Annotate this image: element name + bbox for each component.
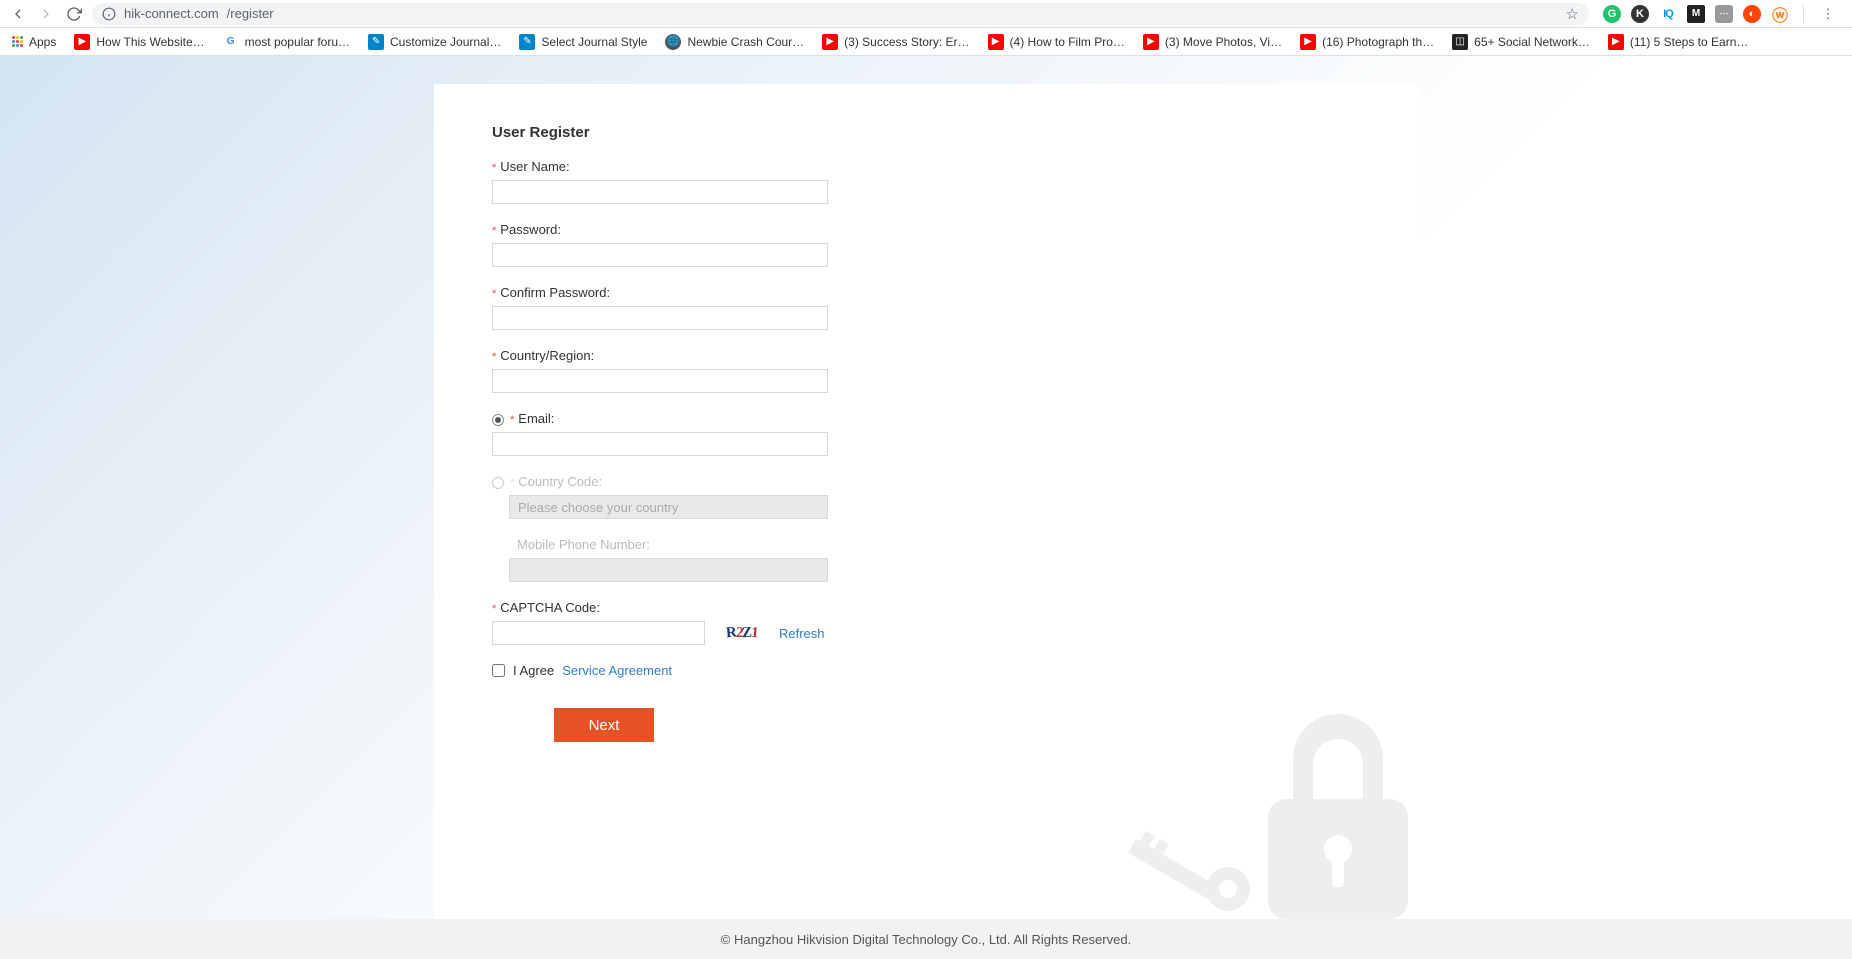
bookmark-label: (3) Success Story: Er… (844, 35, 969, 49)
country-code-label: *Country Code: (492, 474, 602, 489)
username-input[interactable] (492, 180, 828, 204)
password-label: *Password: (492, 222, 561, 237)
bookmark-item[interactable]: ▶ (3) Move Photos, Vi… (1143, 34, 1282, 50)
country-region-input[interactable] (492, 369, 828, 393)
extension-w-icon[interactable]: ⓦ (1771, 5, 1789, 23)
extension-m-icon[interactable]: M (1687, 5, 1705, 23)
youtube-icon: ▶ (1300, 34, 1316, 50)
url-host: hik-connect.com (124, 6, 219, 21)
extension-grammarly-icon[interactable]: G (1603, 5, 1621, 23)
next-button[interactable]: Next (554, 708, 654, 742)
bookmark-item[interactable]: ◫ 65+ Social Network… (1452, 34, 1590, 50)
bookmark-label: (11) 5 Steps to Earn… (1630, 35, 1749, 49)
captcha-input[interactable] (492, 621, 705, 645)
bookmark-label: (3) Move Photos, Vi… (1165, 35, 1282, 49)
captcha-refresh-link[interactable]: Refresh (779, 626, 825, 641)
journal-icon: ✎ (368, 34, 384, 50)
confirm-password-input[interactable] (492, 306, 828, 330)
bookmark-label: Newbie Crash Cour… (687, 35, 804, 49)
youtube-icon: ▶ (822, 34, 838, 50)
info-icon (102, 7, 116, 21)
email-label: *Email: (492, 411, 554, 426)
page-title: User Register (492, 124, 1360, 141)
country-region-label: *Country/Region: (492, 348, 594, 363)
youtube-icon: ▶ (988, 34, 1004, 50)
bookmark-item[interactable]: Gmost popular foru… (223, 34, 350, 50)
bookmarks-bar: Apps ▶ How This Website… Gmost popular fo… (0, 28, 1852, 56)
bookmark-label: Select Journal Style (541, 35, 647, 49)
extension-icons: G K IQ M ⋯ ◐ ⓦ ⋮ (1597, 4, 1844, 24)
divider (1803, 5, 1804, 23)
forward-button[interactable] (36, 4, 56, 24)
extension-iq-icon[interactable]: IQ (1659, 5, 1677, 23)
username-label: *User Name: (492, 159, 570, 174)
footer: © Hangzhou Hikvision Digital Technology … (0, 919, 1852, 959)
phone-label: Mobile Phone Number: (517, 537, 650, 552)
country-code-input (509, 495, 828, 519)
youtube-icon: ▶ (74, 34, 90, 50)
extension-o-icon[interactable]: ◐ (1743, 5, 1761, 23)
bookmark-item[interactable]: ▶ How This Website… (74, 34, 204, 50)
journal-icon: ✎ (519, 34, 535, 50)
bookmark-apps[interactable]: Apps (12, 35, 56, 49)
email-radio[interactable] (492, 414, 504, 426)
email-input[interactable] (492, 432, 828, 456)
register-card: User Register *User Name: *Password: *Co… (434, 84, 1418, 919)
address-bar[interactable]: hik-connect.com/register ☆ (92, 3, 1589, 25)
bookmark-label: most popular foru… (245, 35, 350, 49)
bookmark-label: Customize Journal… (390, 35, 501, 49)
bookmark-item[interactable]: ▶ (16) Photograph th… (1300, 34, 1434, 50)
confirm-password-label: *Confirm Password: (492, 285, 610, 300)
bookmark-item[interactable]: ▶ (11) 5 Steps to Earn… (1608, 34, 1749, 50)
extension-k-icon[interactable]: K (1631, 5, 1649, 23)
browser-menu-icon[interactable]: ⋮ (1818, 4, 1838, 24)
bookmark-label: (4) How to Film Pro… (1010, 35, 1125, 49)
extension-badge-icon[interactable]: ⋯ (1715, 5, 1733, 23)
bookmark-item[interactable]: ✎ Select Journal Style (519, 34, 647, 50)
bookmark-label: How This Website… (96, 35, 204, 49)
browser-toolbar: hik-connect.com/register ☆ G K IQ M ⋯ ◐ … (0, 0, 1852, 28)
reload-button[interactable] (64, 4, 84, 24)
url-path: /register (227, 6, 274, 21)
bookmark-label: 65+ Social Network… (1474, 35, 1590, 49)
captcha-image: R2Z1 (713, 623, 771, 643)
phone-radio[interactable] (492, 477, 504, 489)
service-agreement-link[interactable]: Service Agreement (562, 663, 672, 678)
password-input[interactable] (492, 243, 828, 267)
back-button[interactable] (8, 4, 28, 24)
lock-key-watermark (1118, 689, 1428, 929)
bookmark-star-icon[interactable]: ☆ (1566, 5, 1579, 23)
page-background: User Register *User Name: *Password: *Co… (0, 56, 1852, 919)
apps-icon (12, 36, 23, 47)
bookmark-item[interactable]: ▶ (4) How to Film Pro… (988, 34, 1125, 50)
bookmark-label: Apps (29, 35, 56, 49)
globe-icon: 🌐 (665, 34, 681, 50)
captcha-label: *CAPTCHA Code: (492, 600, 600, 615)
copyright-text: © Hangzhou Hikvision Digital Technology … (721, 932, 1131, 947)
bookmark-label: (16) Photograph th… (1322, 35, 1434, 49)
bookmark-item[interactable]: 🌐 Newbie Crash Cour… (665, 34, 804, 50)
youtube-icon: ▶ (1143, 34, 1159, 50)
phone-input (509, 558, 828, 582)
social-icon: ◫ (1452, 34, 1468, 50)
agree-checkbox[interactable] (492, 664, 505, 677)
agree-label: I Agree (513, 663, 554, 678)
google-icon: G (223, 34, 239, 50)
youtube-icon: ▶ (1608, 34, 1624, 50)
bookmark-item[interactable]: ▶ (3) Success Story: Er… (822, 34, 969, 50)
bookmark-item[interactable]: ✎ Customize Journal… (368, 34, 501, 50)
